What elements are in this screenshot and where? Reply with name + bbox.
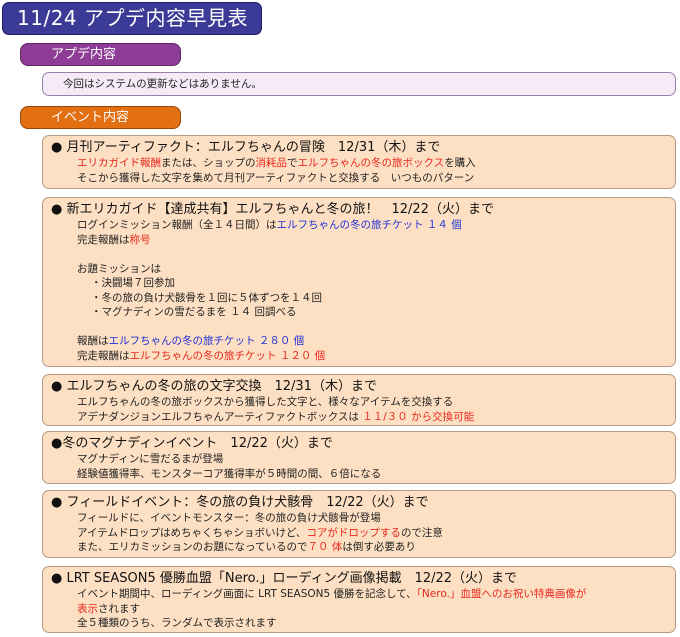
event-spacer <box>77 320 669 335</box>
highlight-text: エルフちゃんの冬の旅チケット ２８０ 個 <box>108 335 305 347</box>
event-body: フィールドに、イベントモンスター：冬の旅の負け犬骸骨が登場 アイテムドロップはめち… <box>51 511 669 555</box>
highlight-text: エルフちゃんの冬の旅チケット １２０ 個 <box>129 349 326 362</box>
event-text: そこから獲得した文字を集めて月刊アーティファクトと交換する いつものパターン <box>77 171 475 184</box>
event-box-monthly-artifact: ● 月刊アーティファクト：エルフちゃんの冒険 12/31（木）まで エリカガイド… <box>42 135 676 189</box>
event-text: を購入 <box>444 157 476 169</box>
event-line: 完走報酬はエルフちゃんの冬の旅チケット １２０ 個 <box>77 349 669 364</box>
page-title: 11/24 アプデ内容早見表 <box>2 2 262 35</box>
event-box-letter-exchange: ● エルフちゃんの冬の旅の文字交換 12/31（木）まで エルフちゃんの冬の旅ボ… <box>42 374 676 426</box>
highlight-text: 「Nero.」血盟へのお祝い特典画像が <box>416 588 587 600</box>
highlight-text: １１/３０ から交換可能 <box>362 410 475 423</box>
event-box-magnadin: ●冬のマグナディンイベント 12/22（火）まで マグナディンに雪だるまが登場経… <box>42 431 676 484</box>
event-text: ・冬の旅の負け犬骸骨を１回に５体ずつを１４回 <box>91 291 322 304</box>
event-text: ログインミッション報酬（全１４日間）は <box>77 219 277 231</box>
event-text: フィールドに、イベントモンスター：冬の旅の負け犬骸骨が登場 <box>77 512 381 524</box>
event-line: エリカガイド報酬または、ショップの消耗品でエルフちゃんの冬の旅ボックスを購入 <box>77 156 669 171</box>
event-text: 全５種類のうち、ランダムで表示されます <box>77 617 277 629</box>
event-body: イベント期間中、ローディング画面に LRT SEASON5 優勝を記念して、「N… <box>51 587 669 631</box>
update-content-box: 今回はシステムの更新などはありません。 <box>42 72 676 96</box>
highlight-text: エルフちゃんの冬の旅チケット １４ 個 <box>276 219 462 231</box>
event-text: エルフちゃんの冬の旅ボックスから獲得した文字と、様々なアイテムを交換する <box>77 396 454 408</box>
event-title: ● 新エリカガイド【達成共有】エルフちゃんと冬の旅！ 12/22（火）まで <box>51 202 494 217</box>
event-text: イベント期間中、ローディング画面に LRT SEASON5 優勝を記念して、 <box>77 588 417 600</box>
event-title: ●冬のマグナディンイベント 12/22（火）まで <box>51 436 333 451</box>
event-line: ログインミッション報酬（全１４日間）はエルフちゃんの冬の旅チケット １４ 個 <box>77 218 669 233</box>
event-line: アイテムドロップはめちゃくちゃショボいけど、コアがドロップするので注意 <box>77 526 669 541</box>
event-line: 表示されます <box>77 602 669 617</box>
event-text: で <box>287 157 298 169</box>
section-header-update: アプデ内容 <box>20 43 181 66</box>
event-text: ・決闘場７回参加 <box>91 277 175 289</box>
highlight-text: 表示 <box>77 602 98 615</box>
event-text: または、ショップの <box>161 157 256 169</box>
event-line: そこから獲得した文字を集めて月刊アーティファクトと交換する いつものパターン <box>77 171 669 186</box>
event-text: アイテムドロップはめちゃくちゃショボいけど、 <box>77 526 307 539</box>
highlight-text: エリカガイド報酬 <box>77 157 161 169</box>
highlight-text: ７０ 体 <box>307 541 343 553</box>
event-line: ・マグナディンの雪だるまを １４ 回調べる <box>77 305 669 320</box>
event-line: 全５種類のうち、ランダムで表示されます <box>77 616 669 631</box>
event-body: エリカガイド報酬または、ショップの消耗品でエルフちゃんの冬の旅ボックスを購入 そこ… <box>51 156 669 185</box>
event-line: アデナダンジョンエルフちゃんアーティファクトボックスは １１/３０ から交換可能 <box>77 410 669 425</box>
highlight-text: 消耗品 <box>255 157 288 169</box>
event-text: アデナダンジョンエルフちゃんアーティファクトボックスは <box>77 410 363 423</box>
event-line: ・決闘場７回参加 <box>77 276 669 291</box>
section-header-event: イベント内容 <box>20 106 181 129</box>
event-title: ● エルフちゃんの冬の旅の文字交換 12/31（木）まで <box>51 379 377 394</box>
event-text: は倒す必要あり <box>342 541 416 553</box>
highlight-text: 称号 <box>129 233 151 246</box>
event-title: ● LRT SEASON5 優勝血盟「Nero.」ローディング画像掲載 12/2… <box>51 571 518 586</box>
event-text: お題ミッションは <box>77 262 161 275</box>
event-text: また、エリカミッションのお題になっているので <box>77 541 308 553</box>
event-line: 経験値獲得率、モンスターコア獲得率が５時間の間、６倍になる <box>77 467 669 482</box>
event-text: ので注意 <box>400 526 443 539</box>
event-text: 完走報酬は <box>77 233 130 246</box>
event-line: 報酬はエルフちゃんの冬の旅チケット ２８０ 個 <box>77 334 669 349</box>
event-line: お題ミッションは <box>77 262 669 277</box>
highlight-text: エルフちゃんの冬の旅ボックス <box>297 157 445 169</box>
event-line: また、エリカミッションのお題になっているので７０ 体は倒す必要あり <box>77 540 669 555</box>
event-box-lrt-nero: ● LRT SEASON5 優勝血盟「Nero.」ローディング画像掲載 12/2… <box>42 566 676 633</box>
event-line: 完走報酬は称号 <box>77 233 669 248</box>
event-line: エルフちゃんの冬の旅ボックスから獲得した文字と、様々なアイテムを交換する <box>77 395 669 410</box>
event-line: ・冬の旅の負け犬骸骨を１回に５体ずつを１４回 <box>77 291 669 306</box>
event-title: ● フィールドイベント：冬の旅の負け犬骸骨 12/22（火）まで <box>51 495 429 510</box>
event-box-field-event: ● フィールドイベント：冬の旅の負け犬骸骨 12/22（火）まで フィールドに、… <box>42 490 676 558</box>
event-text: 経験値獲得率、モンスターコア獲得率が５時間の間、６倍になる <box>77 467 382 480</box>
event-line: フィールドに、イベントモンスター：冬の旅の負け犬骸骨が登場 <box>77 511 669 526</box>
event-body: エルフちゃんの冬の旅ボックスから獲得した文字と、様々なアイテムを交換する アデナダ… <box>51 395 669 424</box>
event-title: ● 月刊アーティファクト：エルフちゃんの冒険 12/31（木）まで <box>51 140 441 155</box>
event-line: イベント期間中、ローディング画面に LRT SEASON5 優勝を記念して、「N… <box>77 587 669 602</box>
event-text: されます <box>98 602 140 615</box>
event-spacer <box>77 247 669 262</box>
highlight-text: コアがドロップする <box>306 526 401 539</box>
event-text: ・マグナディンの雪だるまを １４ 回調べる <box>91 306 297 318</box>
event-line: マグナディンに雪だるまが登場 <box>77 452 669 467</box>
event-box-erika-guide: ● 新エリカガイド【達成共有】エルフちゃんと冬の旅！ 12/22（火）まで ログ… <box>42 197 676 367</box>
event-text: 完走報酬は <box>77 349 130 362</box>
event-body: マグナディンに雪だるまが登場経験値獲得率、モンスターコア獲得率が５時間の間、６倍… <box>51 452 669 481</box>
event-text: マグナディンに雪だるまが登場 <box>77 453 224 465</box>
event-body: ログインミッション報酬（全１４日間）はエルフちゃんの冬の旅チケット １４ 個完走… <box>51 218 669 363</box>
update-text: 今回はシステムの更新などはありません。 <box>63 78 262 90</box>
event-text: 報酬は <box>77 335 109 347</box>
